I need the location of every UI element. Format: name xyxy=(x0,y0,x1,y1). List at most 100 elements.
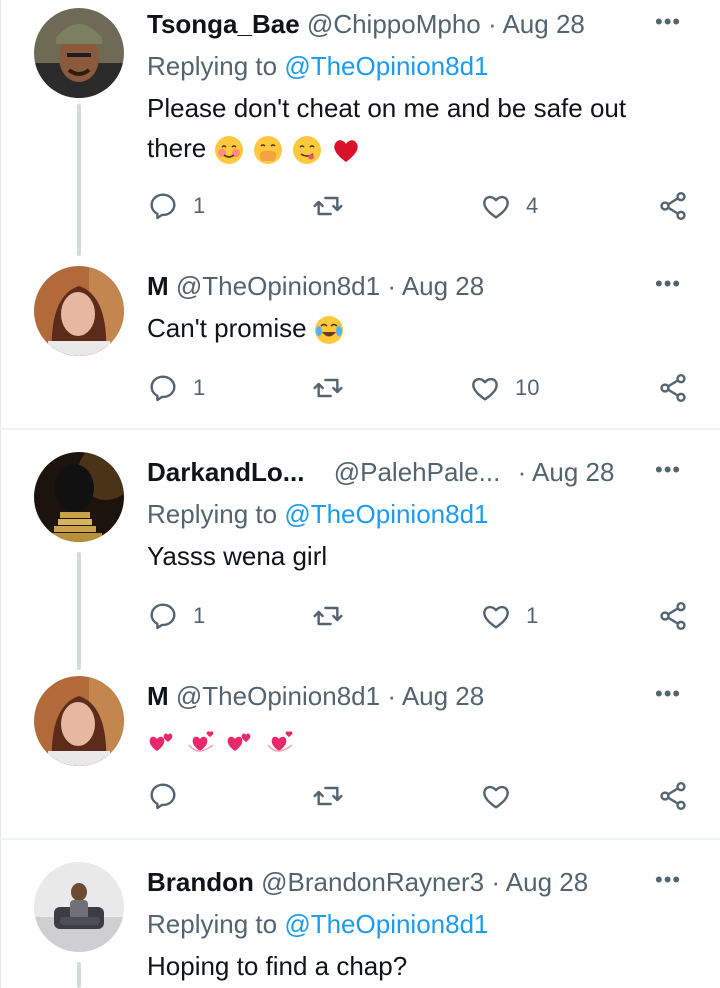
retweet-icon xyxy=(313,786,343,806)
heart-icon xyxy=(472,377,498,401)
reply-count: 1 xyxy=(193,375,206,400)
thread-line xyxy=(77,104,81,256)
tweet-text: Please don't cheat on me and be safe out… xyxy=(147,88,687,168)
like-count: 1 xyxy=(526,603,539,628)
retweet-icon xyxy=(313,606,343,626)
display-name[interactable]: Tsonga_Bae xyxy=(147,9,300,39)
replying-prefix: Replying to xyxy=(147,499,285,529)
share-button[interactable] xyxy=(657,596,689,636)
thread-separator xyxy=(0,838,720,840)
retweet-button[interactable] xyxy=(312,186,358,226)
like-button[interactable]: 4 xyxy=(480,186,538,226)
timestamp[interactable]: Aug 28 xyxy=(402,681,484,711)
action-bar xyxy=(147,776,692,816)
hand-over-mouth-emoji xyxy=(253,135,283,165)
share-icon xyxy=(660,602,686,630)
timestamp[interactable]: Aug 28 xyxy=(506,867,588,897)
avatar[interactable] xyxy=(34,452,124,542)
reply-count: 1 xyxy=(193,603,206,628)
separator-dot: · xyxy=(491,867,500,897)
display-name[interactable]: DarkandLo... xyxy=(147,457,304,487)
heart-icon xyxy=(483,195,509,219)
timestamp[interactable]: Aug 28 xyxy=(402,271,484,301)
user-handle[interactable]: @TheOpinion8d1 xyxy=(176,681,380,711)
retweet-button[interactable] xyxy=(312,776,358,816)
user-handle[interactable]: @PalehPale... xyxy=(334,457,501,487)
tears-of-joy-emoji xyxy=(314,315,344,345)
tweet-text-word: there xyxy=(147,133,207,163)
reply-icon xyxy=(150,603,176,630)
tweet-5[interactable]: Brandon @BrandonRayner3 · Aug 28 ••• Rep… xyxy=(0,858,720,988)
tweet-text-line: Please don't cheat on me and be safe out xyxy=(147,93,627,123)
tweet-text: Can't promise xyxy=(147,308,687,348)
replying-prefix: Replying to xyxy=(147,51,285,81)
like-count: 4 xyxy=(526,193,539,218)
heart-icon xyxy=(483,605,509,629)
retweet-icon xyxy=(313,378,343,398)
more-options-icon[interactable]: ••• xyxy=(655,11,681,33)
more-options-icon[interactable]: ••• xyxy=(655,273,681,295)
separator-dot: · xyxy=(387,681,397,711)
share-icon xyxy=(660,374,686,402)
like-button[interactable] xyxy=(480,776,526,816)
yum-emoji xyxy=(292,135,322,165)
share-button[interactable] xyxy=(657,776,689,816)
retweet-button[interactable] xyxy=(312,368,358,408)
tweet-header: Tsonga_Bae @ChippoMpho · Aug 28 xyxy=(147,8,585,40)
replying-prefix: Replying to xyxy=(147,909,285,939)
retweet-button[interactable] xyxy=(312,596,358,636)
tweet-text-line: Can't promise xyxy=(147,313,307,343)
timestamp[interactable]: Aug 28 xyxy=(502,9,584,39)
share-icon xyxy=(660,782,686,810)
heart-icon xyxy=(483,785,509,809)
avatar[interactable] xyxy=(34,862,124,952)
reply-icon xyxy=(150,783,176,810)
like-count: 10 xyxy=(515,375,540,400)
share-button[interactable] xyxy=(657,368,689,408)
timestamp[interactable]: Aug 28 xyxy=(532,457,614,487)
thread-line xyxy=(77,962,81,988)
user-handle[interactable]: @ChippoMpho xyxy=(307,9,481,39)
tweet-2[interactable]: M @TheOpinion8d1 · Aug 28 ••• Can't prom… xyxy=(0,262,720,428)
smiling-blush-emoji xyxy=(214,135,244,165)
revolving-hearts-emoji xyxy=(265,727,295,757)
reply-button[interactable]: 1 xyxy=(147,368,205,408)
user-handle[interactable]: @TheOpinion8d1 xyxy=(176,271,380,301)
mention-link[interactable]: @TheOpinion8d1 xyxy=(284,909,488,939)
more-options-icon[interactable]: ••• xyxy=(655,683,681,705)
reply-button[interactable]: 1 xyxy=(147,186,205,226)
tweet-header: M @TheOpinion8d1 · Aug 28 xyxy=(147,270,484,302)
avatar[interactable] xyxy=(34,8,124,98)
thread-line xyxy=(77,552,81,670)
replying-to: Replying to @TheOpinion8d1 xyxy=(147,50,489,82)
like-button[interactable]: 1 xyxy=(480,596,538,636)
replying-to: Replying to @TheOpinion8d1 xyxy=(147,498,489,530)
share-button[interactable] xyxy=(657,186,689,226)
action-bar: 1 10 xyxy=(147,368,692,408)
mention-link[interactable]: @TheOpinion8d1 xyxy=(284,51,488,81)
more-options-icon[interactable]: ••• xyxy=(655,459,681,481)
user-handle[interactable]: @BrandonRayner3 xyxy=(261,867,484,897)
two-hearts-emoji xyxy=(147,727,177,757)
avatar[interactable] xyxy=(34,676,124,766)
separator-dot: · xyxy=(487,9,497,39)
more-options-icon[interactable]: ••• xyxy=(655,869,681,891)
display-name[interactable]: M xyxy=(147,271,169,301)
reply-button[interactable] xyxy=(147,776,193,816)
display-name[interactable]: M xyxy=(147,681,169,711)
tweet-3[interactable]: DarkandLo... @PalehPale... · Aug 28 ••• … xyxy=(0,448,720,670)
like-button[interactable]: 10 xyxy=(469,368,539,408)
replying-to: Replying to @TheOpinion8d1 xyxy=(147,908,489,940)
retweet-icon xyxy=(313,196,343,216)
display-name[interactable]: Brandon xyxy=(147,867,254,897)
action-bar: 1 1 xyxy=(147,596,692,636)
revolving-hearts-emoji xyxy=(186,727,216,757)
avatar[interactable] xyxy=(34,266,124,356)
reply-icon xyxy=(150,375,176,402)
tweet-4[interactable]: M @TheOpinion8d1 · Aug 28 ••• xyxy=(0,672,720,838)
reply-button[interactable]: 1 xyxy=(147,596,205,636)
tweet-1[interactable]: Tsonga_Bae @ChippoMpho · Aug 28 ••• Repl… xyxy=(0,0,720,260)
share-icon xyxy=(660,192,686,220)
tweet-header: Brandon @BrandonRayner3 · Aug 28 xyxy=(147,866,588,898)
mention-link[interactable]: @TheOpinion8d1 xyxy=(284,499,488,529)
